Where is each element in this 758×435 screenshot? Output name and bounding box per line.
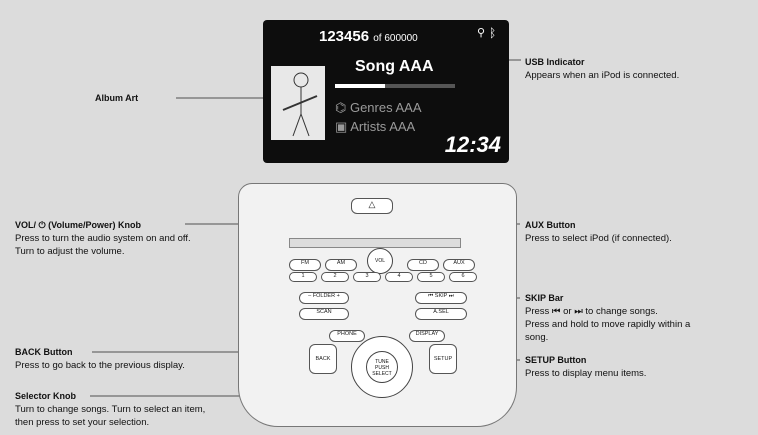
preset-1-button[interactable]: 1 <box>289 272 317 282</box>
progress-bar <box>335 84 455 88</box>
cd-slot <box>289 238 461 248</box>
back-callout: BACK Button Press to go back to the prev… <box>15 346 185 372</box>
am-button[interactable]: AM <box>325 259 357 271</box>
aux-button[interactable]: AUX <box>443 259 475 271</box>
skip-callout: SKIP Bar Press ⏮ or ⏭ to change songs. P… <box>525 292 690 344</box>
skip-label: SKIP <box>434 293 448 299</box>
usb-icon: ⚲ <box>477 27 486 39</box>
aux-callout: AUX Button Press to select iPod (if conn… <box>525 219 672 245</box>
phone-button[interactable]: PHONE <box>329 330 365 342</box>
aux-desc: Press to select iPod (if connected). <box>525 233 672 244</box>
vol-desc-2: Turn to adjust the volume. <box>15 246 125 257</box>
song-title: Song AAA <box>355 58 434 75</box>
setup-desc: Press to display menu items. <box>525 368 647 379</box>
vol-callout: VOL/ ⏻ (Volume/Power) Knob Press to turn… <box>15 219 191 258</box>
genre-row: ⌬ Genres AAA <box>335 100 422 116</box>
artist-row: ▣ Artists AAA <box>335 119 415 135</box>
select-label: SELECT <box>372 371 392 377</box>
track-total: of 600000 <box>373 33 418 44</box>
setup-button[interactable]: SETUP <box>429 344 457 374</box>
selector-callout: Selector Knob Turn to change songs. Turn… <box>15 390 205 429</box>
usb-desc: Appears when an iPod is connected. <box>525 70 680 81</box>
back-desc: Press to go back to the previous display… <box>15 360 185 371</box>
audio-display: 123456 of 600000 ᛒ ⚲ Song AAA ⌬ Genres A… <box>263 20 509 163</box>
skip-bar[interactable]: ⏮ SKIP ⏭ <box>415 292 467 304</box>
fm-button[interactable]: FM <box>289 259 321 271</box>
selector-outer-ring[interactable]: TUNE PUSH SELECT <box>351 336 413 398</box>
usb-title: USB Indicator <box>525 57 585 67</box>
skip-title: SKIP Bar <box>525 293 564 303</box>
skip-desc-2: Press and hold to move rapidly within a <box>525 319 691 330</box>
setup-title: SETUP Button <box>525 355 587 365</box>
vol-title: VOL/ ⏻ (Volume/Power) Knob <box>15 220 141 230</box>
audio-console: △ FM AM CD AUX VOL 1 2 3 4 5 6 – FOLDER … <box>238 183 517 427</box>
album-art <box>271 66 325 140</box>
cd-button[interactable]: CD <box>407 259 439 271</box>
preset-3-button[interactable]: 3 <box>353 272 381 282</box>
back-title: BACK Button <box>15 347 73 357</box>
preset-6-button[interactable]: 6 <box>449 272 477 282</box>
album-art-callout: Album Art <box>95 92 138 105</box>
vol-knob[interactable]: VOL <box>367 248 393 274</box>
selector-desc-2: then press to set your selection. <box>15 417 150 428</box>
scan-button[interactable]: SCAN <box>299 308 349 320</box>
artist-icon: ▣ <box>335 119 351 134</box>
progress-fill <box>335 84 386 88</box>
artist-label: Artists AAA <box>350 119 416 134</box>
skip-desc-3: song. <box>525 332 549 343</box>
preset-5-button[interactable]: 5 <box>417 272 445 282</box>
back-button[interactable]: BACK <box>309 344 337 374</box>
preset-row: 1 2 3 4 5 6 <box>289 272 477 282</box>
genre-label: Genres AAA <box>349 100 422 115</box>
vol-desc-1: Press to turn the audio system on and of… <box>15 233 191 244</box>
selector-desc-1: Turn to change songs. Turn to select an … <box>15 404 206 415</box>
selector-knob[interactable]: TUNE PUSH SELECT <box>366 351 398 383</box>
preset-2-button[interactable]: 2 <box>321 272 349 282</box>
guitarist-image <box>282 72 318 137</box>
track-number: 123456 <box>319 28 370 45</box>
selector-title: Selector Knob <box>15 391 77 401</box>
asel-button[interactable]: A.SEL <box>415 308 467 320</box>
folder-bar[interactable]: – FOLDER + <box>299 292 349 304</box>
aux-title: AUX Button <box>525 220 576 230</box>
clock: 12:34 <box>444 132 501 157</box>
setup-callout: SETUP Button Press to display menu items… <box>525 354 646 380</box>
track-counter: 123456 of 600000 <box>319 28 418 45</box>
skip-desc-1: Press ⏮ or ⏭ to change songs. <box>525 306 658 317</box>
bluetooth-icon: ᛒ <box>489 26 497 40</box>
preset-4-button[interactable]: 4 <box>385 272 413 282</box>
usb-callout: USB Indicator Appears when an iPod is co… <box>525 56 679 82</box>
album-art-title: Album Art <box>95 93 139 103</box>
genre-icon: ⌬ <box>335 100 350 115</box>
hazard-button[interactable]: △ <box>351 198 393 214</box>
display-button[interactable]: DISPLAY <box>409 330 445 342</box>
